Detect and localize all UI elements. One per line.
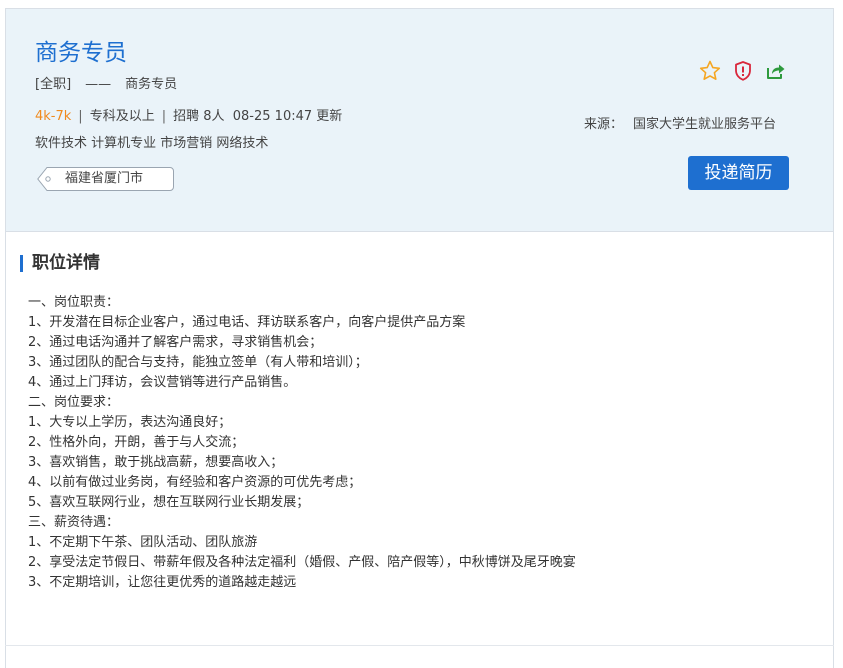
job-category: 商务专员 — [125, 77, 178, 92]
section-title: 职位详情 — [20, 252, 100, 274]
job-type: [全职] — [35, 77, 72, 92]
detail-line: 1、开发潜在目标企业客户，通过电话、拜访联系客户，向客户提供产品方案 — [28, 315, 466, 330]
detail-line: 三、薪资待遇： — [28, 515, 120, 530]
shield-alert-icon[interactable] — [731, 59, 755, 83]
detail-line: 2、享受法定节假日、带薪年假及各种法定福利（婚假、产假、陪产假等），中秋博饼及尾… — [28, 555, 576, 570]
job-header: 商务专员 [全职] —— 商务专员 4k-7k | 专科及以上 | 招聘 8人 08-25 … — [6, 9, 833, 232]
separator: | — [78, 109, 83, 124]
job-title: 商务专员 — [35, 40, 127, 66]
divider — [5, 645, 834, 646]
recruit-count: 招聘 8人 — [173, 109, 225, 124]
detail-line: 二、岗位要求： — [28, 395, 120, 410]
detail-line: 2、性格外向，开朗，善于与人交流； — [28, 435, 245, 450]
update-time: 08-25 10:47 更新 — [232, 109, 343, 124]
detail-line: 3、通过团队的配合与支持，能独立签单（有人带和培训）； — [28, 355, 368, 370]
detail-line: 一、岗位职责： — [28, 295, 120, 310]
location-label: 福建省厦门市 — [65, 171, 144, 186]
meta-dash: —— — [85, 77, 112, 92]
job-details: 一、岗位职责： 1、开发潜在目标企业客户，通过电话、拜访联系客户，向客户提供产品方… — [28, 293, 576, 593]
salary: 4k-7k — [35, 109, 72, 124]
education: 专科及以上 — [89, 109, 155, 124]
share-icon[interactable] — [764, 59, 788, 83]
source-value: 国家大学生就业服务平台 — [633, 117, 777, 132]
job-meta: [全职] —— 商务专员 — [35, 75, 177, 95]
major-tags: 软件技术 计算机专业 市场营销 网络技术 — [35, 136, 269, 151]
job-source: 来源： 国家大学生就业服务平台 — [584, 115, 776, 135]
detail-line: 2、通过电话沟通并了解客户需求，寻求销售机会； — [28, 335, 323, 350]
detail-line: 4、以前有做过业务岗，有经验和客户资源的可优先考虑； — [28, 475, 362, 490]
detail-line: 3、不定期培训，让您往更优秀的道路越走越远 — [28, 575, 297, 590]
detail-line: 1、不定期下午茶、团队活动、团队旅游 — [28, 535, 258, 550]
location-tag[interactable]: 福建省厦门市 — [37, 167, 174, 191]
detail-line: 3、喜欢销售，敢于挑战高薪，想要高收入； — [28, 455, 284, 470]
job-info: 4k-7k | 专科及以上 | 招聘 8人 08-25 10:47 更新 — [35, 107, 342, 127]
detail-line: 4、通过上门拜访，会议营销等进行产品销售。 — [28, 375, 297, 390]
detail-line: 1、大专以上学历，表达沟通良好； — [28, 415, 232, 430]
star-icon[interactable] — [698, 59, 722, 83]
apply-resume-button[interactable]: 投递简历 — [688, 156, 789, 190]
separator: | — [161, 109, 167, 124]
detail-line: 5、喜欢互联网行业，想在互联网行业长期发展； — [28, 495, 310, 510]
source-label: 来源： — [584, 117, 624, 132]
action-icons — [698, 59, 788, 85]
